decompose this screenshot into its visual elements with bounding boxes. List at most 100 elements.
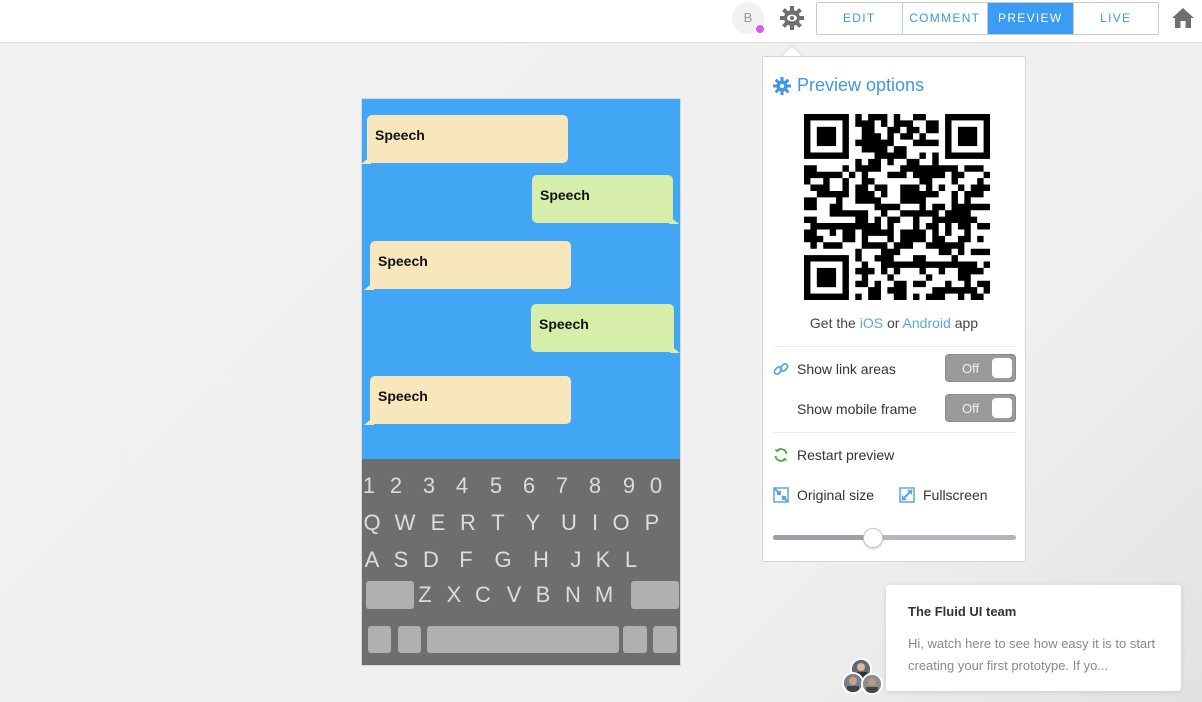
gear-icon — [773, 77, 791, 95]
original-size-button[interactable]: Original size — [797, 487, 874, 503]
ios-app-link[interactable]: iOS — [860, 315, 883, 331]
key[interactable]: 2 — [385, 472, 407, 500]
link-icon — [773, 361, 789, 377]
toggle-state: Off — [962, 401, 980, 416]
show-link-areas-toggle[interactable]: Off — [945, 354, 1016, 382]
tab-edit[interactable]: EDIT — [817, 3, 903, 34]
key[interactable]: R — [457, 509, 479, 537]
zoom-slider-thumb[interactable] — [862, 528, 883, 548]
key[interactable]: S — [390, 546, 412, 574]
key[interactable]: 4 — [451, 472, 473, 500]
key[interactable]: E — [427, 509, 449, 537]
toggle-state: Off — [962, 361, 980, 376]
key[interactable]: U — [558, 509, 580, 537]
key[interactable]: W — [394, 509, 416, 537]
key[interactable]: 6 — [518, 472, 540, 500]
keyboard: 1 2 3 4 5 6 7 8 9 0 Q W E R T Y U I O P … — [362, 459, 680, 665]
divider — [773, 346, 1016, 347]
fullscreen-icon — [899, 487, 915, 503]
zoom-slider-track[interactable] — [773, 535, 1016, 540]
key[interactable]: 9 — [618, 472, 640, 500]
keyboard-row-zxcv: Z X C V B N M — [362, 581, 680, 609]
refresh-icon — [773, 447, 789, 463]
tab-preview[interactable]: PREVIEW — [988, 3, 1074, 34]
show-mobile-frame-toggle[interactable]: Off — [945, 394, 1016, 422]
key[interactable]: 7 — [551, 472, 573, 500]
chat-title: The Fluid UI team — [908, 604, 1017, 619]
get-app-suffix: app — [954, 315, 979, 331]
get-app-or: or — [886, 315, 900, 331]
chat-message-card[interactable]: The Fluid UI team Hi, watch here to see … — [886, 585, 1181, 691]
globe-key[interactable] — [398, 626, 421, 653]
preview-settings-gear-icon[interactable] — [779, 5, 805, 31]
original-size-icon — [773, 487, 789, 503]
speech-bubble-text: Speech — [540, 187, 590, 203]
key[interactable]: G — [492, 546, 514, 574]
speech-bubble[interactable]: Speech — [364, 241, 571, 290]
get-app-text: Get the iOS or Android app — [763, 315, 1025, 331]
speech-bubble[interactable]: Speech — [364, 376, 571, 425]
key[interactable]: 3 — [418, 472, 440, 500]
key[interactable]: D — [420, 546, 442, 574]
key[interactable]: Y — [522, 509, 544, 537]
speech-bubble-text: Speech — [375, 127, 425, 143]
toggle-knob — [992, 398, 1012, 418]
speech-bubble-text: Speech — [378, 253, 428, 269]
mode-tabs: EDIT COMMENT PREVIEW LIVE — [816, 2, 1159, 35]
key[interactable]: F — [455, 546, 477, 574]
backspace-key[interactable] — [631, 581, 679, 609]
key[interactable]: T — [487, 509, 509, 537]
key[interactable]: N — [562, 581, 584, 609]
divider — [773, 432, 1016, 433]
key[interactable]: I — [584, 509, 606, 537]
numbers-key[interactable] — [368, 626, 391, 653]
chat-message-preview: Hi, watch here to see how easy it is to … — [908, 636, 1156, 673]
key[interactable]: 5 — [485, 472, 507, 500]
top-bar: B EDIT COMMENT PREVIEW LIVE — [0, 0, 1202, 43]
phone-preview-screen[interactable]: Speech Speech Speech Speech Speech 1 2 3… — [361, 98, 681, 666]
key[interactable]: B — [532, 581, 554, 609]
return-key[interactable] — [653, 626, 677, 653]
fullscreen-button[interactable]: Fullscreen — [923, 487, 988, 503]
key[interactable]: A — [362, 546, 383, 574]
key[interactable]: 1 — [362, 472, 380, 500]
zoom-slider-fill — [773, 535, 873, 540]
key[interactable]: C — [472, 581, 494, 609]
toggle-knob — [992, 358, 1012, 378]
show-mobile-frame-label: Show mobile frame — [797, 401, 917, 417]
speech-bubble-text: Speech — [378, 388, 428, 404]
key[interactable]: H — [530, 546, 552, 574]
preview-options-panel: Preview options Get the iOS or Android a… — [762, 56, 1026, 562]
key[interactable]: J — [565, 546, 587, 574]
keyboard-number-row: 1 2 3 4 5 6 7 8 9 0 — [362, 472, 680, 500]
key[interactable]: O — [610, 509, 632, 537]
online-status-dot — [755, 24, 765, 34]
key[interactable]: Q — [362, 509, 383, 537]
dot-key[interactable] — [623, 626, 647, 653]
speech-bubble[interactable]: Speech — [362, 115, 568, 164]
speech-bubble-text: Speech — [539, 316, 589, 332]
space-bar[interactable] — [427, 626, 619, 653]
key[interactable]: L — [620, 546, 642, 574]
key[interactable]: 8 — [584, 472, 606, 500]
android-app-link[interactable]: Android — [903, 315, 951, 331]
team-avatar[interactable] — [861, 673, 883, 695]
key[interactable]: X — [443, 581, 465, 609]
panel-title: Preview options — [797, 75, 925, 95]
shift-key[interactable] — [366, 581, 414, 609]
restart-preview-button[interactable]: Restart preview — [797, 447, 894, 463]
key[interactable]: P — [641, 509, 663, 537]
show-link-areas-label: Show link areas — [797, 361, 896, 377]
home-icon[interactable] — [1171, 6, 1195, 30]
keyboard-row-qwerty: Q W E R T Y U I O P — [362, 509, 680, 537]
tab-comment[interactable]: COMMENT — [902, 3, 988, 34]
key[interactable]: V — [503, 581, 525, 609]
qr-code — [804, 114, 990, 300]
speech-bubble[interactable]: Speech — [531, 304, 680, 353]
key[interactable]: 0 — [645, 472, 667, 500]
tab-live[interactable]: LIVE — [1073, 3, 1158, 34]
key[interactable]: Z — [414, 581, 436, 609]
speech-bubble[interactable]: Speech — [532, 175, 679, 224]
key[interactable]: M — [593, 581, 615, 609]
key[interactable]: K — [592, 546, 614, 574]
